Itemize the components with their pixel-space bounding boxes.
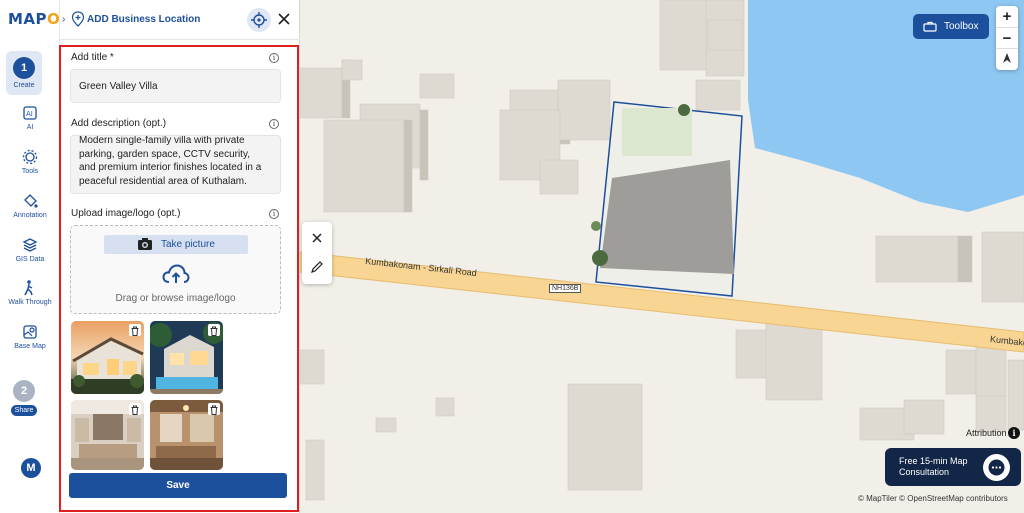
compass-button[interactable] xyxy=(996,48,1018,69)
title-label: Add title * xyxy=(71,52,114,63)
save-button[interactable]: Save xyxy=(69,473,287,498)
svg-text:AI: AI xyxy=(26,110,33,118)
info-icon[interactable]: i xyxy=(269,119,279,129)
consultation-text: Free 15-min Map Consultation xyxy=(899,456,968,477)
rail-item-walk-through[interactable]: Walk Through xyxy=(4,279,56,306)
map-edit-toolbar xyxy=(302,222,332,284)
ai-icon: AI xyxy=(23,106,37,120)
toolbox-button[interactable]: Toolbox xyxy=(913,14,989,39)
map-background xyxy=(300,0,1024,501)
take-picture-button[interactable]: Take picture xyxy=(104,235,248,254)
rail-item-gis-data[interactable]: GIS Data xyxy=(4,236,56,263)
chat-button[interactable] xyxy=(983,454,1010,481)
description-text: Modern single-family villa with private … xyxy=(79,135,262,187)
cloud-upload-icon xyxy=(162,264,190,283)
gear-icon xyxy=(22,149,38,165)
attribution-label[interactable]: Attribution xyxy=(966,428,1007,438)
delete-image-button[interactable] xyxy=(208,403,220,415)
take-picture-label: Take picture xyxy=(161,239,215,250)
rail-item-label: Tools xyxy=(21,168,39,175)
zoom-out-button[interactable]: − xyxy=(996,27,1018,48)
step-number: 2 xyxy=(13,380,35,402)
chat-bubble-icon xyxy=(988,459,1005,476)
rail-item-label: AI xyxy=(26,124,34,131)
rail-item-annotation[interactable]: Annotation xyxy=(4,192,56,219)
uploaded-image-thumbnail[interactable] xyxy=(71,321,144,394)
delete-image-button[interactable] xyxy=(129,403,141,415)
toolbox-label: Toolbox xyxy=(944,21,979,32)
rail-item-label: Walk Through xyxy=(8,299,52,306)
map-icon xyxy=(23,325,37,339)
title-input[interactable] xyxy=(70,69,281,103)
walk-icon xyxy=(24,280,33,296)
step-label: Share xyxy=(10,405,38,416)
trash-icon xyxy=(210,326,218,336)
road-shield: NH136B xyxy=(549,284,582,293)
panel-header: › ADD Business Location xyxy=(60,0,300,40)
close-icon[interactable] xyxy=(310,231,324,245)
step-number: 1 xyxy=(13,57,35,79)
uploaded-image-thumbnail[interactable] xyxy=(71,400,144,470)
map-canvas[interactable]: Kumbakonam - Sirkali Road Kumbako xyxy=(300,0,1024,513)
map-copyright: © MapTiler © OpenStreetMap contributors xyxy=(858,494,1008,503)
left-rail: MAPOG 1 Create AI AI Tools Annotation GI… xyxy=(0,0,73,513)
property-parcel xyxy=(591,101,743,297)
trash-icon xyxy=(131,326,139,336)
delete-image-button[interactable] xyxy=(129,324,141,336)
location-pin-icon xyxy=(71,11,85,27)
crosshair-icon xyxy=(251,12,267,28)
close-icon[interactable] xyxy=(277,12,291,26)
zoom-in-button[interactable]: + xyxy=(996,6,1018,27)
description-textarea[interactable]: Modern single-family villa with private … xyxy=(70,135,281,194)
layers-icon xyxy=(22,238,38,252)
rail-item-base-map[interactable]: Base Map xyxy=(4,323,56,350)
uploaded-image-thumbnail[interactable] xyxy=(150,321,223,394)
rail-item-label: Base Map xyxy=(14,343,46,350)
upload-label: Upload image/logo (opt.) xyxy=(71,208,181,219)
upload-dropzone[interactable]: Take picture Drag or browse image/logo xyxy=(70,225,281,314)
paint-bucket-icon xyxy=(24,194,38,208)
step-create[interactable]: 1 Create xyxy=(6,51,42,95)
rail-item-label: GIS Data xyxy=(15,256,45,263)
avatar[interactable]: M xyxy=(21,458,41,478)
rail-item-tools[interactable]: Tools xyxy=(4,148,56,175)
rail-item-label: Annotation xyxy=(13,212,47,219)
trash-icon xyxy=(131,405,139,415)
browse-text: Drag or browse image/logo xyxy=(115,293,236,304)
briefcase-icon xyxy=(923,21,937,32)
info-icon[interactable]: i xyxy=(1008,427,1020,439)
consultation-banner[interactable]: Free 15-min Map Consultation xyxy=(885,448,1021,486)
info-icon[interactable]: i xyxy=(269,53,279,63)
trash-icon xyxy=(210,405,218,415)
step-share[interactable]: 2 Share xyxy=(6,374,42,418)
pencil-icon[interactable] xyxy=(310,260,324,274)
rail-item-ai[interactable]: AI AI xyxy=(4,104,56,131)
panel-title: ADD Business Location xyxy=(87,14,201,25)
description-label: Add description (opt.) xyxy=(71,118,167,129)
uploaded-image-thumbnail[interactable] xyxy=(150,400,223,470)
locate-button[interactable] xyxy=(247,8,271,32)
delete-image-button[interactable] xyxy=(208,324,220,336)
camera-icon xyxy=(138,238,152,250)
step-label: Create xyxy=(13,82,35,89)
zoom-controls: + − xyxy=(996,6,1018,70)
info-icon[interactable]: i xyxy=(269,209,279,219)
compass-icon xyxy=(1003,53,1011,63)
